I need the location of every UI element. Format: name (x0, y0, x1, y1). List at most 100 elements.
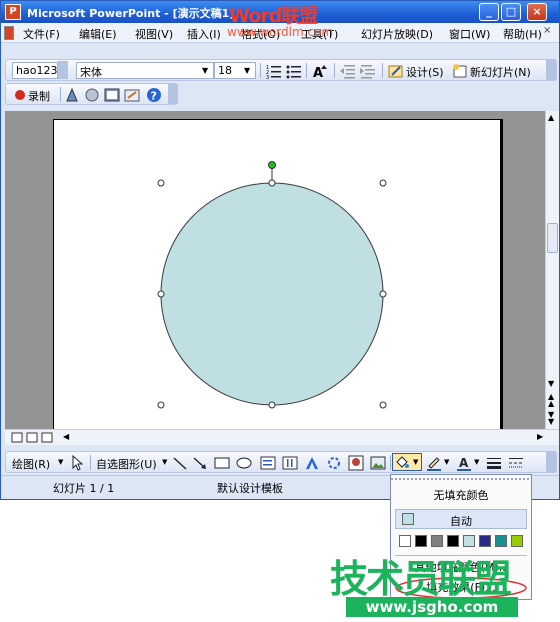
increase-indent-icon[interactable] (360, 63, 376, 79)
previous-slide-icon[interactable]: ▲ ▲ (548, 393, 554, 408)
close-button[interactable]: × (527, 3, 547, 21)
resize-handle-left[interactable] (157, 290, 165, 298)
decrease-indent-icon[interactable] (340, 63, 356, 79)
design-mode-icon[interactable] (124, 87, 140, 103)
menu-insert[interactable]: 插入(I) (187, 26, 221, 42)
font-color-icon[interactable]: A (456, 455, 472, 471)
vertical-text-box-icon[interactable] (282, 455, 298, 471)
new-slide-icon[interactable] (452, 63, 468, 79)
color-swatch[interactable] (399, 535, 411, 547)
diagram-icon[interactable] (326, 455, 342, 471)
size-dropdown-icon[interactable]: ▼ (244, 66, 250, 75)
bullet-list-icon[interactable] (286, 63, 302, 79)
draw-dropdown-icon[interactable]: ▼ (58, 458, 63, 466)
line-icon[interactable] (172, 455, 188, 471)
line-color-dropdown-icon[interactable]: ▼ (444, 458, 449, 466)
toolbar-options-icon[interactable] (168, 84, 178, 104)
next-slide-icon[interactable]: ▼ ▼ (548, 411, 554, 426)
toolbar-options-icon[interactable] (546, 60, 556, 80)
wordart-icon[interactable] (304, 455, 320, 471)
menu-edit[interactable]: 编辑(E) (79, 26, 117, 42)
fill-color-dropdown-icon[interactable]: ▼ (413, 458, 418, 466)
line-color-icon[interactable] (426, 455, 442, 471)
style-dropdown-arrow[interactable] (58, 61, 68, 79)
select-pointer-icon[interactable] (70, 455, 86, 471)
slide-drawing (157, 161, 387, 409)
menu-slideshow[interactable]: 幻灯片放映(D) (361, 26, 433, 42)
resize-handle-right[interactable] (379, 290, 387, 298)
color-swatch[interactable] (511, 535, 523, 547)
resize-handle-bottom-left[interactable] (157, 401, 165, 409)
template-status: 默认设计模板 (217, 482, 283, 495)
toolbar-separator (60, 87, 61, 102)
font-color-dropdown-icon[interactable]: ▼ (474, 458, 479, 466)
record-macro-button[interactable]: 录制 (28, 88, 50, 104)
color-swatch[interactable] (463, 535, 475, 547)
menu-file[interactable]: 文件(F) (23, 26, 60, 42)
resize-handle-bottom-right[interactable] (379, 401, 387, 409)
security-icon[interactable] (64, 87, 80, 103)
circle-shape[interactable] (160, 182, 384, 406)
horizontal-scrollbar[interactable]: ◀ ▶ (5, 429, 559, 445)
resize-handle-top-left[interactable] (157, 179, 165, 187)
automatic-fill-option[interactable]: 自动 (395, 509, 527, 529)
toolbar-options-icon[interactable] (546, 452, 556, 472)
fill-color-button[interactable]: ▼ (392, 453, 422, 471)
color-swatch[interactable] (415, 535, 427, 547)
scroll-down-icon[interactable]: ▼ (548, 379, 554, 388)
new-slide-button[interactable]: 新幻灯片(N) (470, 64, 531, 80)
scroll-thumb[interactable] (547, 223, 558, 253)
menu-window[interactable]: 窗口(W) (449, 26, 490, 42)
menu-drag-handle[interactable] (391, 475, 531, 483)
scroll-right-icon[interactable]: ▶ (537, 432, 543, 441)
rectangle-icon[interactable] (214, 455, 230, 471)
dash-style-icon[interactable] (508, 455, 524, 471)
font-dropdown-icon[interactable]: ▼ (202, 66, 208, 75)
design-button[interactable]: 设计(S) (406, 64, 444, 80)
menu-view[interactable]: 视图(V) (135, 26, 173, 42)
menu-close-icon[interactable]: × (543, 25, 555, 41)
menu-help[interactable]: 帮助(H) (503, 26, 542, 42)
minimize-button[interactable]: _ (479, 3, 499, 21)
document-icon[interactable] (4, 26, 14, 40)
color-swatch[interactable] (447, 535, 459, 547)
slide-workspace (5, 111, 545, 431)
oval-icon[interactable] (236, 455, 252, 471)
normal-view-icon[interactable] (11, 432, 23, 443)
help-icon[interactable]: ? (146, 87, 162, 103)
paint-bucket-icon (396, 456, 409, 468)
resize-handle-top[interactable] (268, 179, 276, 187)
arrow-icon[interactable] (192, 455, 208, 471)
draw-menu-button[interactable]: 绘图(R) (12, 456, 50, 472)
scroll-up-icon[interactable]: ▲ (548, 113, 554, 122)
design-icon[interactable] (388, 63, 404, 79)
resize-handle-bottom[interactable] (268, 401, 276, 409)
control-toolbox-icon[interactable] (104, 87, 120, 103)
line-style-icon[interactable] (486, 455, 502, 471)
maximize-button[interactable]: □ (501, 3, 521, 21)
color-swatch[interactable] (479, 535, 491, 547)
visual-basic-icon[interactable] (84, 87, 100, 103)
toolbar-separator (90, 455, 91, 470)
increase-font-size-icon[interactable]: A (312, 63, 328, 79)
style-select[interactable]: hao123 (12, 62, 58, 79)
text-box-icon[interactable] (260, 455, 276, 471)
no-fill-option[interactable]: 无填充颜色 (395, 487, 527, 505)
font-select[interactable]: 宋体 (76, 62, 214, 79)
record-icon[interactable] (12, 87, 28, 103)
vertical-scrollbar[interactable]: ▲ ▼ ▲ ▲ ▼ ▼ (545, 111, 559, 429)
slide-sorter-view-icon[interactable] (26, 432, 38, 443)
color-swatch[interactable] (431, 535, 443, 547)
clip-art-icon[interactable] (348, 455, 364, 471)
autoshapes-dropdown-icon[interactable]: ▼ (162, 458, 167, 466)
resize-handle-top-right[interactable] (379, 179, 387, 187)
insert-picture-icon[interactable] (370, 455, 386, 471)
numbered-list-icon[interactable]: 123 (266, 63, 282, 79)
scroll-left-icon[interactable]: ◀ (63, 432, 69, 441)
powerpoint-app-icon[interactable]: P (5, 4, 21, 20)
color-swatch[interactable] (495, 535, 507, 547)
rotate-handle[interactable] (268, 161, 276, 169)
slide-canvas[interactable] (53, 119, 503, 431)
slideshow-view-icon[interactable] (41, 432, 53, 443)
autoshapes-menu-button[interactable]: 自选图形(U) (96, 456, 157, 472)
